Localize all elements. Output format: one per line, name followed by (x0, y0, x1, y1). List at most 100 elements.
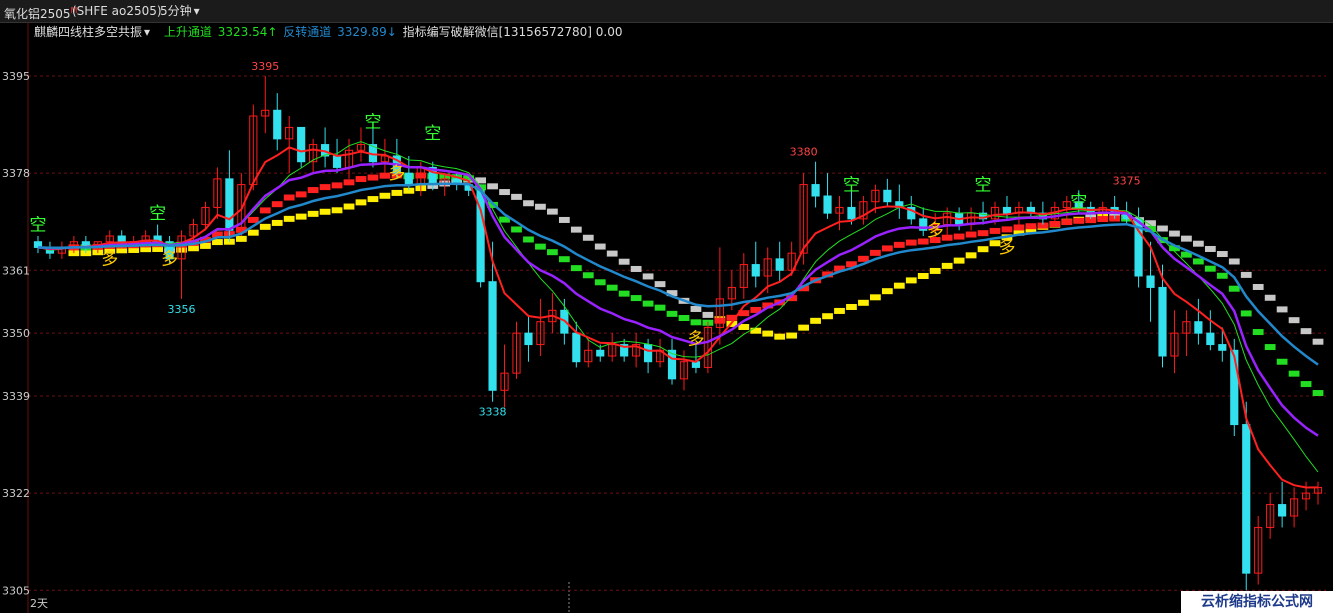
period-selector[interactable]: 5分钟 ▾ (160, 0, 200, 22)
candle-body (572, 332, 581, 363)
momentum-channel-block (547, 249, 558, 256)
trend-channel-block (391, 189, 403, 196)
trend-channel-block (200, 242, 211, 249)
candle-body (1218, 344, 1227, 351)
trend-channel-block (343, 203, 355, 210)
momentum-channel-block (1240, 310, 1252, 317)
momentum-channel-block (965, 231, 977, 238)
momentum-channel-block (271, 201, 283, 208)
momentum-channel-block (331, 182, 343, 189)
candle-body (811, 184, 820, 197)
trend-channel-block (523, 200, 534, 207)
candlestick-chart[interactable]: 3395 3378 3361 3350 3339 3322 3305 3395 3356 333… (0, 22, 1333, 613)
momentum-channel-block (511, 226, 522, 233)
momentum-channel-block (654, 304, 666, 311)
short-signal-label: 空 (1070, 192, 1087, 212)
candle-body (273, 109, 282, 140)
long-signal-label: 多 (161, 250, 178, 270)
y-tick-label: 3339 (2, 390, 30, 403)
candle-body (524, 332, 533, 346)
trend-channel-block (582, 234, 594, 241)
momentum-channel-block (1300, 381, 1312, 388)
trend-channel-block (331, 207, 343, 214)
momentum-channel-block (905, 239, 917, 246)
candle-body (751, 264, 760, 277)
trend-channel-block (941, 262, 953, 269)
trend-channel-block (606, 250, 618, 257)
candle-body (847, 206, 856, 220)
trend-channel-block (858, 299, 869, 306)
momentum-channel-block (1204, 265, 1216, 272)
long-signal-label: 多 (998, 238, 1015, 258)
candle-body (1158, 286, 1167, 357)
candle-body (1146, 275, 1155, 288)
trend-channel-block (1252, 283, 1264, 290)
trend-channel-block (511, 193, 522, 200)
momentum-channel-block (690, 319, 702, 326)
trend-channel-block (798, 324, 809, 331)
trend-channel-block (870, 294, 881, 301)
trend-channel-block (810, 317, 821, 324)
chevron-down-icon: ▾ (193, 4, 200, 18)
candle-body (1002, 206, 1012, 214)
trend-channel-block (594, 243, 606, 250)
trend-channel-block (558, 216, 570, 223)
momentum-channel-block (1228, 285, 1240, 292)
long-signal-label: 多 (927, 221, 944, 241)
momentum-channel-block (1061, 219, 1073, 226)
momentum-channel-block (893, 241, 905, 248)
momentum-channel-block (319, 184, 331, 191)
trend-channel-block (547, 208, 558, 215)
momentum-channel-block (1216, 272, 1228, 279)
short-signal-label: 空 (149, 204, 166, 224)
trend-channel-block (295, 213, 307, 220)
trend-channel-block (307, 210, 319, 217)
momentum-channel-block (642, 300, 654, 307)
trend-channel-block (535, 203, 546, 210)
trend-channel-block (618, 258, 630, 265)
momentum-channel-block (953, 233, 965, 240)
trend-channel-block (319, 208, 331, 215)
trend-channel-block (1312, 338, 1324, 345)
extreme-price-label: 3375 (1113, 174, 1141, 187)
candle-body (225, 178, 234, 231)
trend-channel-block (1240, 271, 1252, 278)
y-tick-label: 3305 (2, 584, 30, 597)
momentum-channel-block (535, 243, 546, 250)
candle-body (332, 155, 342, 168)
momentum-channel-block (1276, 358, 1288, 365)
candle-body (823, 195, 832, 214)
short-signal-label: 空 (424, 124, 441, 144)
trend-channel-block (642, 273, 654, 280)
momentum-channel-block (977, 230, 989, 237)
trend-channel-block (1276, 306, 1288, 313)
trend-channel-block (1181, 235, 1192, 242)
y-tick-label: 3361 (2, 264, 30, 277)
momentum-channel-block (570, 265, 582, 272)
time-span-label: 2天 (30, 597, 48, 610)
trend-channel-block (1157, 225, 1168, 232)
trend-channel-block (881, 288, 893, 295)
trend-channel-block (1288, 317, 1300, 324)
trend-channel-block (188, 245, 199, 252)
trend-channel-block (283, 215, 295, 222)
momentum-channel-block (1312, 390, 1324, 397)
long-signal-label: 多 (388, 164, 405, 184)
trend-channel-block (774, 333, 786, 340)
momentum-channel-block (870, 249, 881, 256)
momentum-channel-block (295, 191, 307, 198)
candle-body (775, 258, 784, 271)
trend-channel-block (786, 332, 798, 339)
momentum-channel-block (989, 227, 1001, 234)
long-signal-label: 多 (687, 330, 704, 350)
momentum-channel-block (1013, 224, 1025, 231)
short-signal-label: 空 (364, 112, 381, 132)
momentum-channel-block (523, 236, 534, 243)
momentum-channel-block (582, 272, 594, 279)
short-signal-label: 空 (29, 215, 46, 235)
trend-channel-block (355, 199, 367, 206)
momentum-channel-block (558, 256, 570, 263)
y-tick-label: 3378 (2, 167, 30, 180)
trend-channel-block (259, 223, 271, 230)
momentum-channel-block (594, 279, 606, 286)
